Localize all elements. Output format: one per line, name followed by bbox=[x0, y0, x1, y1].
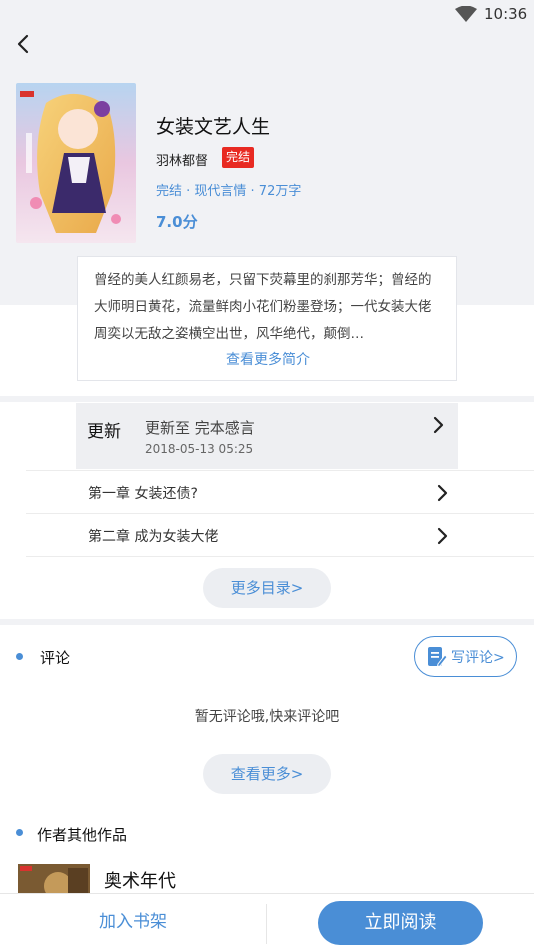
book-cover-art bbox=[16, 83, 136, 243]
chapter-title: 第一章 女装还债? bbox=[88, 486, 198, 502]
book-title: 女装文艺人生 bbox=[156, 116, 271, 138]
book-author[interactable]: 羽林都督 bbox=[156, 150, 208, 169]
chevron-right-icon bbox=[437, 484, 448, 502]
intro-more-link[interactable]: 查看更多简介 bbox=[78, 349, 458, 369]
add-to-shelf-button[interactable]: 加入书架 bbox=[0, 894, 266, 949]
read-now-button[interactable]: 立即阅读 bbox=[318, 901, 483, 945]
chapter-row[interactable]: 第一章 女装还债? bbox=[26, 470, 534, 514]
update-time: 2018-05-13 05:25 bbox=[145, 442, 254, 456]
section-divider bbox=[0, 619, 534, 625]
book-meta: 完结 · 现代言情 · 72万字 bbox=[156, 184, 302, 199]
intro-card: 曾经的美人红颜易老，只留下荧幕里的刹那芳华；曾经的大师明日黄花，流量鲜肉小花们粉… bbox=[77, 256, 457, 381]
section-bullet bbox=[16, 829, 23, 836]
chevron-right-icon bbox=[433, 416, 444, 434]
book-cover bbox=[16, 83, 136, 243]
more-catalog-button[interactable]: 更多目录> bbox=[203, 568, 331, 608]
edit-note-icon bbox=[428, 647, 447, 668]
update-label: 更新 bbox=[87, 422, 121, 442]
chapter-title: 第二章 成为女装大佬 bbox=[88, 529, 219, 545]
write-comment-button[interactable]: 写评论> bbox=[414, 636, 517, 677]
empty-comments-message: 暂无评论哦,快来评论吧 bbox=[194, 709, 340, 725]
more-comments-button[interactable]: 查看更多> bbox=[203, 754, 331, 794]
bottom-action-bar: 加入书架 立即阅读 bbox=[0, 893, 534, 949]
bottom-bar-divider bbox=[266, 904, 267, 944]
other-works-section-title: 作者其他作品 bbox=[37, 826, 128, 844]
update-chapter: 更新至 完本感言 bbox=[145, 419, 255, 437]
chapter-row[interactable]: 第二章 成为女装大佬 bbox=[26, 513, 534, 557]
chevron-right-icon bbox=[437, 527, 448, 545]
book-detail-screen: 10:36 女装文艺人生 羽林都督 完结 完结 · 现代言情 · 72万字 7.… bbox=[0, 0, 534, 949]
section-divider bbox=[0, 396, 534, 402]
intro-text: 曾经的美人红颜易老，只留下荧幕里的刹那芳华；曾经的大师明日黄花，流量鲜肉小花们粉… bbox=[94, 272, 432, 342]
book-rating: 7.0分 bbox=[156, 213, 198, 231]
wifi-icon bbox=[455, 6, 477, 22]
back-arrow-icon[interactable] bbox=[10, 30, 38, 58]
comments-section-title: 评论 bbox=[40, 649, 71, 667]
status-time: 10:36 bbox=[484, 5, 528, 23]
status-bar: 10:36 bbox=[0, 0, 534, 30]
other-work-title[interactable]: 奥术年代 bbox=[104, 867, 176, 893]
latest-update-row[interactable]: 更新 更新至 完本感言 2018-05-13 05:25 bbox=[76, 403, 458, 469]
section-bullet bbox=[16, 653, 23, 660]
status-badge: 完结 bbox=[222, 147, 255, 168]
write-comment-label: 写评论> bbox=[451, 650, 505, 666]
